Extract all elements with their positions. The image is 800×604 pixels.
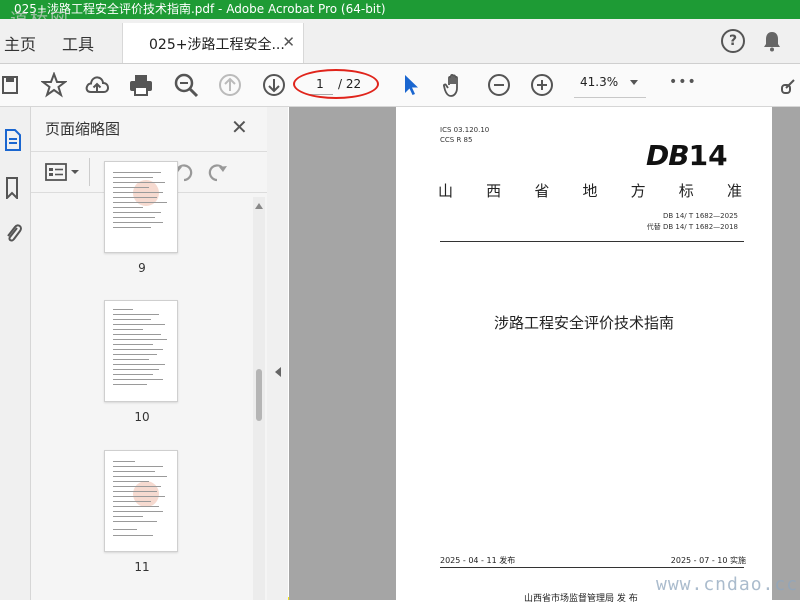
pdf-page: ICS 03.120.10 CCS R 85 DB14 山 西 省 地 方 标 … xyxy=(396,107,772,604)
standard-type-char: 山 xyxy=(438,182,454,200)
next-page-icon[interactable] xyxy=(261,72,287,98)
close-panel-icon[interactable]: ✕ xyxy=(231,115,248,139)
save-icon[interactable] xyxy=(2,72,20,98)
panel-title: 页面缩略图 xyxy=(45,120,121,138)
standard-number-block: DB 14/ T 1682—2025 代替 DB 14/ T 1682—2018 xyxy=(647,211,738,233)
standard-type-char: 方 xyxy=(630,182,646,200)
implementation-date: 2025 - 07 - 10 实施 xyxy=(670,556,746,565)
notification-bell-icon[interactable] xyxy=(762,30,782,52)
cloud-upload-icon[interactable] xyxy=(84,72,110,98)
zoom-out-icon[interactable] xyxy=(486,72,512,98)
document-title: 涉路工程安全评价技术指南 xyxy=(493,314,674,332)
collapse-arrow-icon[interactable] xyxy=(275,367,281,377)
logo-number: 14 xyxy=(688,139,728,172)
options-menu-icon[interactable] xyxy=(45,162,81,182)
zoom-level-value[interactable]: 41.3% xyxy=(580,75,618,89)
rotate-clockwise-icon[interactable] xyxy=(205,161,229,183)
share-link-icon[interactable] xyxy=(780,72,798,98)
red-annotation-ellipse xyxy=(293,69,379,99)
bookmark-star-icon[interactable] xyxy=(41,72,67,98)
standard-type-char: 准 xyxy=(726,182,742,200)
issuing-authority: 山西省市场监督管理局 发 布 xyxy=(524,594,638,604)
page-thumbnails-icon[interactable] xyxy=(4,129,22,151)
page-thumbnail[interactable] xyxy=(104,300,178,402)
tab-document[interactable]: 025+涉路工程安全... ✕ xyxy=(122,23,304,63)
logo-db: DB xyxy=(646,139,690,172)
thumbnail-list: 9 10 11 xyxy=(31,161,253,600)
header-rule xyxy=(440,241,744,242)
document-viewer: ICS 03.120.10 CCS R 85 DB14 山 西 省 地 方 标 … xyxy=(289,107,800,604)
previous-page-icon[interactable] xyxy=(217,72,243,98)
standard-type-char: 地 xyxy=(582,182,598,200)
attachments-paperclip-icon[interactable] xyxy=(4,221,22,245)
standard-logo: DB14 xyxy=(646,139,728,172)
tab-tools[interactable]: 工具 xyxy=(62,31,94,55)
thumbnail-panel: 页面缩略图 ✕ 9 10 11 xyxy=(31,107,268,600)
watermark-bottom: www.cndao.cc xyxy=(656,574,799,595)
thumbnail-scrollbar[interactable] xyxy=(253,197,265,600)
zoom-in-icon[interactable] xyxy=(529,72,555,98)
tab-bar: 主页 工具 025+涉路工程安全... ✕ ? xyxy=(0,19,800,64)
zoom-out-magnifier-icon[interactable] xyxy=(173,72,199,98)
page-thumbnail[interactable] xyxy=(104,161,178,253)
thumbnail-stamp xyxy=(133,481,159,507)
standard-type-char: 标 xyxy=(678,182,694,200)
document-tab-title: 025+涉路工程安全... xyxy=(149,37,285,53)
help-icon[interactable]: ? xyxy=(721,29,745,53)
panel-collapse-handle[interactable] xyxy=(267,107,288,600)
toolbar-divider xyxy=(89,158,90,186)
window-title-bar: 025+涉路工程安全评价技术指南.pdf - Adobe Acrobat Pro… xyxy=(0,0,800,19)
main-toolbar: 1 / 22 41.3% ••• xyxy=(0,64,800,107)
print-icon[interactable] xyxy=(128,72,154,98)
zoom-field-underline xyxy=(574,97,646,98)
ccs-line: CCS R 85 xyxy=(440,136,473,144)
thumbnail-label: 11 xyxy=(134,560,150,574)
scrollbar-thumb[interactable] xyxy=(256,369,262,421)
select-cursor-icon[interactable] xyxy=(398,72,424,98)
page-thumbnail[interactable] xyxy=(104,450,178,552)
issue-date: 2025 - 04 - 11 发布 xyxy=(440,556,516,565)
standard-type: 山 西 省 地 方 标 准 xyxy=(438,180,742,201)
scroll-up-arrow-icon[interactable] xyxy=(255,203,263,209)
footer-rule xyxy=(440,567,744,568)
close-tab-icon[interactable]: ✕ xyxy=(282,33,295,51)
standard-type-char: 西 xyxy=(486,182,502,200)
left-navigation-rail xyxy=(0,107,31,600)
thumbnail-label: 9 xyxy=(138,261,146,275)
ics-line: ICS 03.120.10 xyxy=(440,126,490,134)
ics-code: ICS 03.120.10 CCS R 85 xyxy=(440,125,489,145)
standard-number: DB 14/ T 1682—2025 xyxy=(662,212,738,220)
standard-type-char: 省 xyxy=(534,182,550,200)
replaces-standard: 代替 DB 14/ T 1682—2018 xyxy=(646,223,738,231)
tab-home[interactable]: 主页 xyxy=(4,31,36,55)
more-tools-icon[interactable]: ••• xyxy=(669,74,697,90)
hand-tool-icon[interactable] xyxy=(441,72,467,98)
thumbnail-label: 10 xyxy=(134,410,150,424)
bookmarks-icon[interactable] xyxy=(4,177,20,199)
zoom-dropdown-chevron-icon[interactable] xyxy=(630,80,638,85)
